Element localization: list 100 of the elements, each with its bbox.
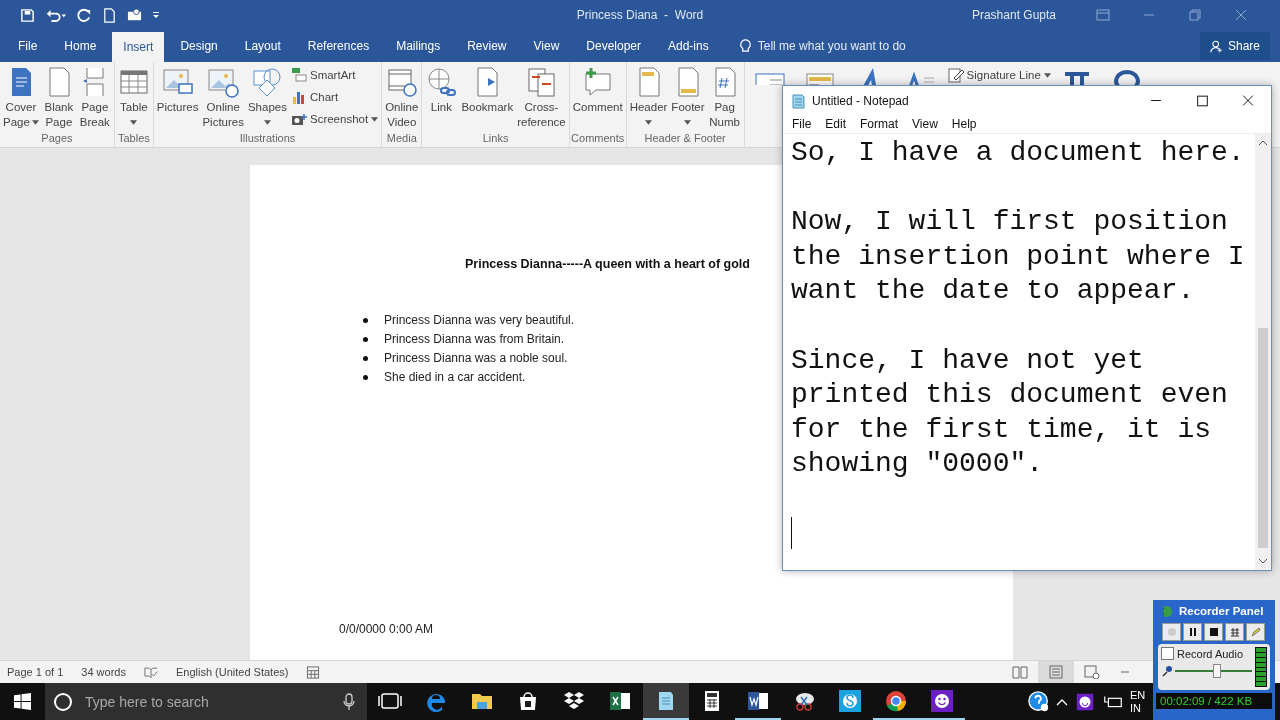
camera-icon — [290, 111, 307, 127]
ribbon-button[interactable]: Bookmark — [459, 66, 516, 115]
microphone-icon[interactable] — [343, 692, 355, 711]
window-title: Untitled - Notepad — [812, 93, 909, 108]
ribbon-small-button[interactable]: Screenshot — [290, 110, 379, 128]
ribbon-tab[interactable]: Add-ins — [657, 30, 720, 62]
bullet-icon — [363, 374, 368, 380]
volume-slider[interactable] — [1175, 664, 1252, 678]
ribbon-tab[interactable]: Insert — [112, 32, 165, 62]
ribbon-small-button[interactable]: Signature Line — [947, 66, 1051, 84]
search-box[interactable]: Type here to search — [45, 683, 367, 720]
document-heading: Princess Dianna-----A queen with a heart of gold — [465, 257, 750, 271]
ribbon-tab[interactable]: References — [296, 30, 381, 62]
ribbon-group-label: Illustrations — [238, 132, 297, 146]
ribbon-tab[interactable]: Layout — [233, 30, 292, 62]
tell-me-search[interactable]: Tell me what you want to do — [738, 30, 906, 62]
menu-item[interactable]: Edit — [818, 115, 854, 133]
word-count[interactable]: 34 words — [81, 666, 126, 678]
customize-caret-icon[interactable] — [152, 11, 160, 19]
ribbon-small-button[interactable]: Chart — [290, 88, 379, 106]
signature-icon — [947, 67, 964, 83]
menu-item[interactable]: File — [785, 115, 819, 133]
settings-button[interactable] — [1225, 623, 1244, 641]
ribbon-button[interactable]: Online Video — [383, 66, 421, 130]
ribbon-button[interactable]: Pag Numb — [706, 66, 743, 130]
language-indicator[interactable]: English (United States) — [175, 666, 289, 678]
stop-icon — [1208, 627, 1219, 637]
redo-icon[interactable] — [77, 7, 92, 23]
proofing-book-icon[interactable] — [143, 665, 158, 679]
scroll-bar[interactable] — [1255, 134, 1271, 570]
ribbon-small-button[interactable]: SmartArt — [290, 66, 379, 84]
search-field[interactable]: Type here to search — [83, 692, 343, 711]
ribbon-button[interactable]: Pictures — [154, 66, 201, 115]
pause-icon — [1187, 627, 1198, 637]
menu-item[interactable]: Help — [944, 115, 984, 133]
dropdown-caret-icon — [130, 120, 138, 125]
bullet-item: Princess Dianna was very beautiful. — [384, 312, 575, 328]
ribbon-button[interactable]: Cover Page — [1, 66, 41, 130]
ribbon-tab[interactable]: File — [7, 30, 49, 62]
text-area[interactable]: So, I have a document here. Now, I will first position the insertion point where I want the date to appear. Since, I have not yet printed this document even for the first time, it is showing "0000". — [783, 134, 1255, 570]
start-button[interactable] — [14, 693, 31, 710]
ribbon-button[interactable]: Page Break — [76, 66, 113, 130]
help-icon[interactable] — [1028, 690, 1050, 713]
page-globe-icon — [1084, 665, 1100, 679]
caret-up-icon[interactable] — [1056, 697, 1068, 706]
input-language[interactable]: EN — [1130, 688, 1148, 702]
microphone-icon — [1161, 665, 1173, 677]
bullet-item: She died in a car accident. — [384, 369, 526, 385]
ribbon-button[interactable]: Comment — [570, 66, 625, 115]
ribbon-tab[interactable]: Home — [53, 30, 108, 62]
input-language[interactable]: IN — [1130, 701, 1148, 715]
scroll-down-icon[interactable] — [1258, 557, 1268, 565]
record-audio-checkbox[interactable]: Record Audio — [1161, 647, 1252, 660]
undo-icon[interactable] — [45, 7, 67, 23]
footer-date: 0/0/0000 0:00 AM — [339, 622, 434, 636]
share-button[interactable]: Share — [1199, 32, 1270, 60]
pen-icon — [1250, 627, 1261, 637]
ribbon-tab[interactable]: Review — [456, 30, 518, 62]
macro-grid-icon[interactable] — [306, 665, 321, 679]
touch-mode-icon[interactable] — [127, 7, 142, 23]
new-document-icon[interactable] — [102, 7, 117, 23]
close-icon[interactable] — [1234, 9, 1248, 21]
text-line: want the date to appear. — [791, 274, 1195, 309]
ribbon-group-label: Pages — [40, 132, 74, 146]
dropdown-caret-icon — [684, 120, 692, 125]
pause-button[interactable] — [1183, 623, 1202, 641]
ribbon-button[interactable]: Online Pictures — [200, 66, 246, 130]
bar-chart-icon — [290, 89, 307, 105]
browser-icon — [884, 688, 908, 713]
menu-item[interactable]: Format — [853, 115, 906, 133]
ribbon-button[interactable]: Footer — [669, 66, 707, 125]
ribbon-button[interactable]: Header — [627, 66, 670, 125]
save-icon[interactable] — [20, 7, 35, 23]
ribbon-button[interactable]: Blank Page — [40, 66, 77, 130]
scroll-thumb[interactable] — [1258, 328, 1268, 548]
text-line: Now, I will first position — [791, 205, 1228, 240]
dropdown-caret-icon — [263, 120, 271, 125]
pen-button[interactable] — [1246, 623, 1265, 641]
page-count[interactable]: Page 1 of 1 — [7, 666, 64, 678]
scroll-up-icon[interactable] — [1258, 139, 1268, 147]
menu-item[interactable]: View — [905, 115, 945, 133]
bullet-icon — [363, 336, 368, 342]
bullet-icon — [363, 317, 368, 323]
picture-globe-icon — [207, 66, 240, 98]
stop-button[interactable] — [1204, 623, 1223, 641]
film-globe-icon — [385, 66, 418, 98]
text-line: Since, I have not yet — [791, 343, 1144, 378]
ribbon-tab[interactable]: View — [522, 30, 571, 62]
taskbar-app[interactable] — [643, 683, 689, 720]
ribbon-button[interactable]: Cross- reference — [515, 66, 568, 130]
ribbon-button[interactable]: Table — [115, 66, 152, 125]
ribbon-tab[interactable]: Developer — [575, 30, 652, 62]
ribbon-group-label: Comments — [570, 132, 625, 146]
ribbon-tab[interactable]: Mailings — [385, 30, 452, 62]
slider-thumb[interactable] — [1213, 664, 1222, 678]
hierarchy-icon — [290, 67, 307, 83]
open-book-icon — [1012, 665, 1028, 679]
ribbon-tab[interactable]: Design — [169, 30, 229, 62]
ribbon-button[interactable]: Link — [423, 66, 460, 115]
ribbon-button[interactable]: Shapes — [245, 66, 289, 125]
